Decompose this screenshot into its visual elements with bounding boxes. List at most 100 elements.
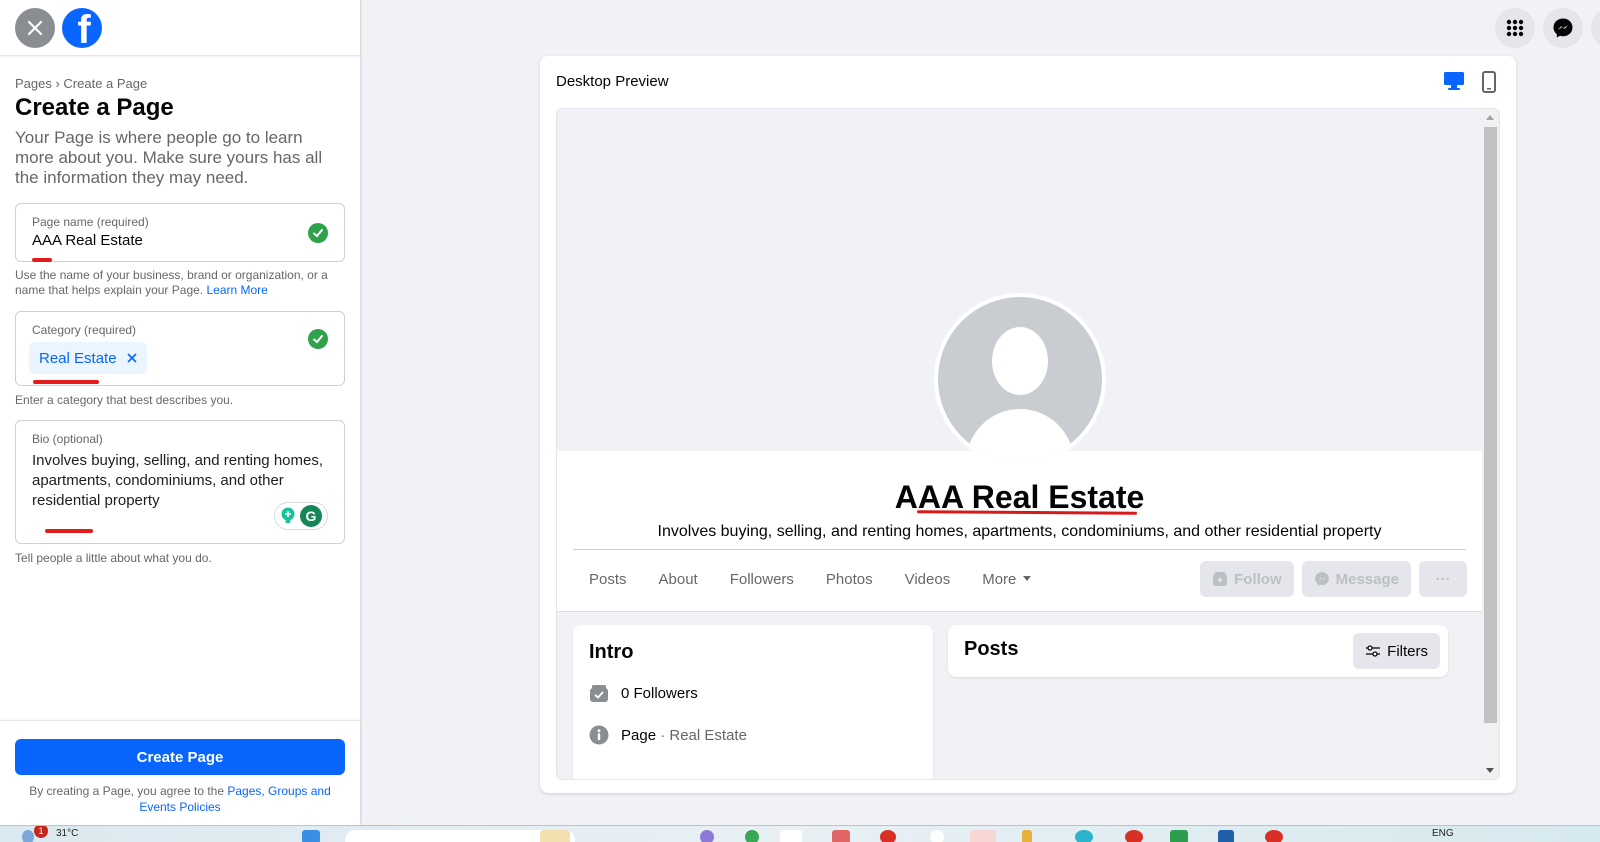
bio-helper: Tell people a little about what you do. bbox=[15, 551, 212, 565]
profile-picture bbox=[934, 293, 1106, 465]
app-icon[interactable] bbox=[970, 830, 996, 842]
chrome-icon[interactable] bbox=[1125, 830, 1143, 842]
scroll-thumb[interactable] bbox=[1484, 127, 1497, 723]
tab-posts[interactable]: Posts bbox=[573, 561, 643, 597]
start-button-icon[interactable] bbox=[302, 830, 320, 842]
grammarly-widget[interactable]: G bbox=[274, 502, 328, 530]
folder-icon[interactable] bbox=[1022, 830, 1032, 842]
page-type: Page bbox=[621, 726, 657, 744]
message-label: Message bbox=[1335, 570, 1399, 588]
intro-text: Your Page is where people go to learn mo… bbox=[15, 128, 323, 187]
info-icon bbox=[589, 725, 609, 745]
category-label: Category (required) bbox=[32, 323, 137, 337]
create-page-button[interactable]: Create Page bbox=[15, 739, 345, 775]
learn-more-link[interactable]: Learn More bbox=[206, 283, 267, 297]
app-icon[interactable] bbox=[832, 830, 850, 842]
page-tabs: Posts About Followers Photos Videos More bbox=[573, 561, 1048, 597]
desktop-view-toggle[interactable] bbox=[1443, 71, 1465, 96]
bio-field[interactable]: Bio (optional) Involves buying, selling,… bbox=[15, 420, 345, 544]
category-chip[interactable]: Real Estate bbox=[29, 342, 147, 374]
tab-photos[interactable]: Photos bbox=[810, 561, 889, 597]
search-highlight-icon bbox=[540, 830, 570, 842]
page-name-label: Page name (required) bbox=[32, 215, 149, 229]
more-options-button[interactable]: ··· bbox=[1419, 561, 1467, 597]
intro-title: Intro bbox=[589, 641, 634, 663]
preview-page-bio: Involves buying, selling, and renting ho… bbox=[657, 523, 1382, 540]
tab-more[interactable]: More bbox=[966, 561, 1048, 597]
bio-label: Bio (optional) bbox=[32, 432, 103, 446]
tab-about[interactable]: About bbox=[643, 561, 714, 597]
grammarly-icon[interactable]: G bbox=[300, 505, 322, 527]
preview-scrollbar[interactable] bbox=[1482, 109, 1499, 779]
page-name-input[interactable]: AAA Real Estate bbox=[32, 232, 143, 249]
posts-title: Posts bbox=[964, 638, 1019, 660]
notifications-button[interactable] bbox=[1591, 8, 1600, 48]
message-button[interactable]: Message bbox=[1301, 561, 1411, 597]
page-category-row: Page · Real Estate bbox=[589, 725, 747, 745]
language-indicator[interactable]: ENG bbox=[1432, 828, 1454, 839]
app-icon[interactable] bbox=[745, 830, 759, 842]
filters-button[interactable]: Filters bbox=[1353, 633, 1440, 669]
page-category: · Real Estate bbox=[660, 726, 747, 744]
page-name-field[interactable]: Page name (required) AAA Real Estate bbox=[15, 203, 345, 262]
chrome-icon[interactable] bbox=[880, 830, 896, 842]
divider bbox=[557, 611, 1482, 612]
breadcrumb[interactable]: Pages › Create a Page bbox=[15, 76, 147, 91]
weather-icon[interactable] bbox=[22, 830, 34, 842]
more-options-icon: ··· bbox=[1435, 570, 1451, 588]
app-icon[interactable] bbox=[700, 830, 714, 842]
tab-videos[interactable]: Videos bbox=[889, 561, 967, 597]
grid-menu-icon bbox=[1506, 19, 1524, 37]
messenger-icon bbox=[1553, 18, 1573, 38]
scroll-up-arrow-icon[interactable] bbox=[1486, 115, 1494, 120]
app-icon[interactable] bbox=[930, 830, 944, 842]
intro-card: Intro 0 Followers Page · Real Estate bbox=[573, 625, 933, 779]
filters-label: Filters bbox=[1387, 642, 1428, 660]
facebook-logo-icon[interactable]: f bbox=[62, 7, 102, 48]
category-field[interactable]: Category (required) Real Estate bbox=[15, 311, 345, 386]
follow-label: Follow bbox=[1234, 570, 1282, 588]
category-chip-label: Real Estate bbox=[39, 349, 117, 367]
edge-icon[interactable] bbox=[1075, 830, 1093, 842]
follow-icon bbox=[1213, 572, 1228, 586]
mobile-view-toggle[interactable] bbox=[1482, 71, 1496, 98]
tab-more-label: More bbox=[982, 570, 1017, 588]
remove-category-icon[interactable] bbox=[126, 353, 137, 363]
messenger-button[interactable] bbox=[1543, 8, 1583, 48]
lightbulb-icon[interactable] bbox=[280, 507, 296, 525]
posts-card: Posts Filters bbox=[948, 625, 1448, 677]
menu-button[interactable] bbox=[1495, 8, 1535, 48]
weather-badge: 1 bbox=[34, 826, 48, 838]
annotation-mark bbox=[45, 529, 93, 533]
page-actions: Follow Message ··· bbox=[1200, 561, 1467, 597]
close-button[interactable] bbox=[15, 7, 55, 48]
chrome-icon[interactable] bbox=[1265, 830, 1283, 842]
annotation-mark bbox=[32, 258, 52, 262]
app-icon[interactable] bbox=[780, 830, 802, 842]
tab-followers[interactable]: Followers bbox=[714, 561, 810, 597]
app-icon[interactable] bbox=[1218, 830, 1234, 842]
messenger-icon bbox=[1314, 572, 1329, 586]
followers-row: 0 Followers bbox=[589, 683, 698, 703]
filters-icon bbox=[1366, 645, 1381, 657]
mobile-icon bbox=[1482, 71, 1496, 93]
panel-footer: Create Page By creating a Page, you agre… bbox=[0, 720, 360, 825]
category-helper: Enter a category that best describes you… bbox=[15, 393, 234, 407]
close-icon bbox=[27, 20, 43, 35]
os-taskbar: 1 31°C ENG bbox=[0, 825, 1600, 842]
excel-icon[interactable] bbox=[1170, 830, 1188, 842]
annotation-mark bbox=[33, 380, 99, 384]
scroll-down-arrow-icon[interactable] bbox=[1486, 768, 1494, 773]
check-icon bbox=[308, 223, 328, 243]
check-icon bbox=[308, 329, 328, 349]
caret-down-icon bbox=[1023, 576, 1032, 581]
followers-icon bbox=[590, 685, 608, 702]
terms-prefix: By creating a Page, you agree to the bbox=[29, 784, 225, 798]
default-avatar-icon bbox=[938, 297, 1102, 461]
desktop-preview-card: Desktop Preview AAA Real Estate Involves… bbox=[540, 56, 1516, 793]
follow-button[interactable]: Follow bbox=[1200, 561, 1294, 597]
weather-temp[interactable]: 31°C bbox=[56, 828, 78, 839]
page-preview-frame: AAA Real Estate Involves buying, selling… bbox=[556, 108, 1500, 780]
followers-count: 0 Followers bbox=[621, 684, 698, 702]
preview-title: Desktop Preview bbox=[556, 73, 669, 90]
